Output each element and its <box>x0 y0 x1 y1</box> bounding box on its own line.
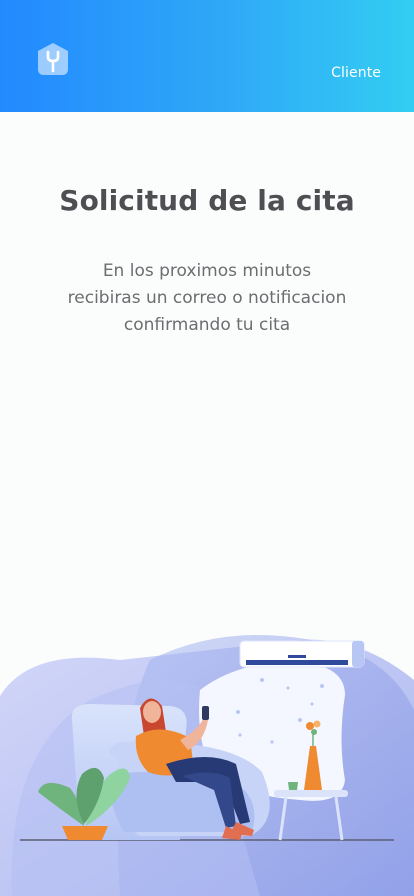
message-line: En los proximos minutos <box>102 261 312 281</box>
relaxing-woman-illustration <box>0 635 414 896</box>
client-link[interactable]: Cliente <box>331 65 381 81</box>
house-wrench-icon[interactable] <box>36 42 70 76</box>
page-title: Solicitud de la cita <box>59 184 355 217</box>
message-line: confirmando tu cita <box>123 315 291 335</box>
header-bar: Cliente <box>0 0 414 112</box>
message-line: recibiras un correo o notificacion <box>67 288 347 308</box>
confirmation-message: En los proximos minutos recibiras un cor… <box>40 258 374 339</box>
